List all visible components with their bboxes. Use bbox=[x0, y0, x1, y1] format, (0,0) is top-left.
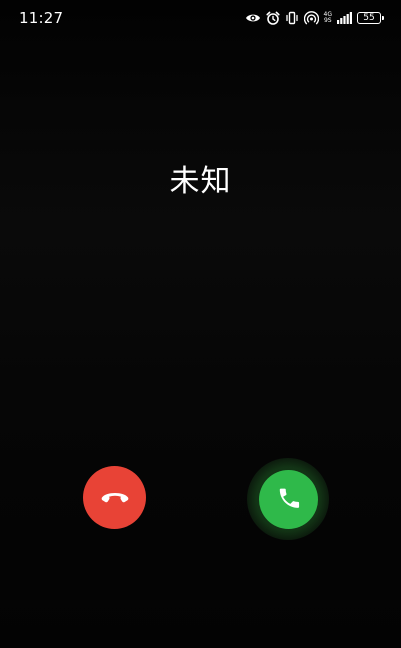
caller-name: 未知 bbox=[169, 164, 232, 199]
status-bar: 11:27 4G 9S 55 bbox=[0, 0, 401, 36]
network-type-label: 4G 9S bbox=[324, 12, 332, 24]
signal-icon bbox=[337, 12, 352, 24]
eye-icon bbox=[245, 12, 261, 24]
alarm-icon bbox=[265, 11, 280, 25]
status-time: 11:27 bbox=[19, 9, 64, 27]
status-icons: 4G 9S 55 bbox=[245, 10, 384, 26]
battery-level: 55 bbox=[363, 12, 375, 23]
decline-call-button[interactable] bbox=[83, 466, 146, 529]
answer-call-button[interactable] bbox=[259, 470, 318, 529]
network-type-bottom: 9S bbox=[323, 17, 332, 24]
hotspot-icon bbox=[303, 11, 319, 25]
phone-answer-icon bbox=[276, 485, 302, 515]
phone-hangup-icon bbox=[100, 488, 130, 508]
vibrate-icon bbox=[285, 11, 299, 25]
incoming-call-screen: 11:27 4G 9S 55 未知 bbox=[0, 0, 401, 648]
battery-icon: 55 bbox=[357, 12, 384, 24]
